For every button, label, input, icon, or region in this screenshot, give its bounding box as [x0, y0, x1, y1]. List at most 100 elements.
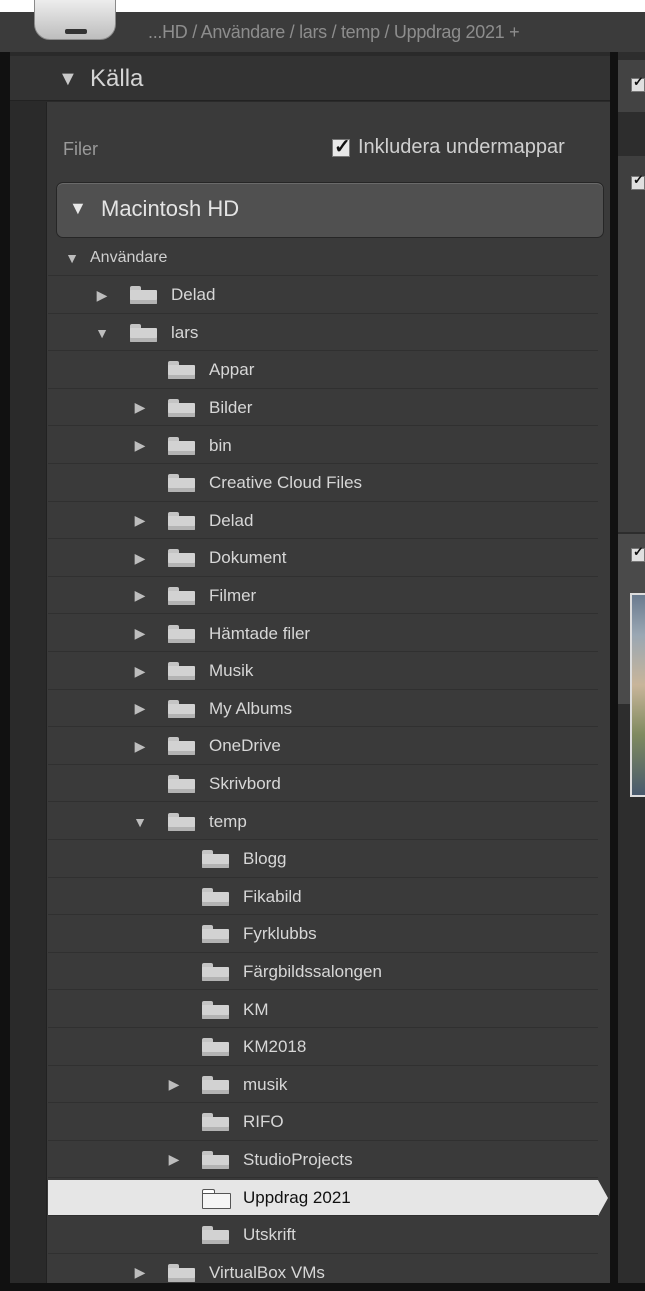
folder-label: Dokument [209, 548, 287, 568]
folder-icon [202, 887, 229, 906]
folder-row[interactable]: ▶ Dokument [48, 541, 598, 577]
folder-label: Fyrklubbs [243, 924, 317, 944]
folder-label: Blogg [243, 849, 287, 869]
include-subfolders-toggle[interactable]: ✓ Inkludera undermappar [332, 136, 565, 159]
folder-row[interactable]: Skrivbord [48, 766, 598, 803]
include-subfolders-label: Inkludera undermappar [358, 136, 565, 158]
folder-row[interactable]: ▶ My Albums [48, 691, 598, 728]
checkbox-icon[interactable]: ✓ [332, 136, 351, 158]
triangle-down-icon[interactable]: ▼ [94, 325, 110, 341]
triangle-right-icon[interactable]: ▶ [132, 700, 148, 717]
folder-icon [202, 1113, 229, 1132]
folder-icon [202, 1150, 229, 1169]
folder-icon [168, 1263, 195, 1282]
folder-row[interactable]: Fyrklubbs [48, 917, 598, 953]
folder-label: lars [171, 322, 199, 342]
folder-row[interactable]: ▶ Delad [48, 278, 598, 314]
files-label: Filer [63, 139, 98, 159]
triangle-right-icon[interactable]: ▶ [132, 437, 148, 454]
folder-label: KM [243, 999, 269, 1019]
folder-label: Hämtade filer [209, 623, 311, 643]
triangle-down-icon[interactable]: ▼ [69, 198, 87, 219]
triangle-right-icon[interactable]: ▶ [132, 1264, 148, 1281]
folder-row[interactable]: ▶ Bilder [48, 390, 598, 427]
checkbox-icon[interactable]: ✓ [631, 74, 645, 92]
folder-row[interactable]: Appar [48, 353, 598, 389]
folder-icon [168, 436, 195, 455]
triangle-right-icon[interactable]: ▶ [94, 287, 110, 304]
panel-title: Källa [90, 65, 144, 92]
folder-row[interactable]: RIFO [48, 1105, 598, 1141]
folder-row-selected[interactable]: Uppdrag 2021 [48, 1180, 598, 1216]
folder-label: Creative Cloud Files [209, 473, 363, 493]
triangle-right-icon[interactable]: ▶ [132, 625, 148, 642]
triangle-right-icon[interactable]: ▶ [132, 738, 148, 755]
folder-icon [168, 511, 195, 530]
folder-label: Utskrift [243, 1225, 296, 1245]
folder-label: RIFO [243, 1112, 284, 1132]
folder-label: Fikabild [243, 886, 302, 906]
triangle-down-icon[interactable]: ▼ [64, 250, 80, 266]
folder-row[interactable]: ▶ Filmer [48, 578, 598, 615]
triangle-right-icon[interactable]: ▶ [166, 1151, 182, 1168]
folder-row[interactable]: ▶ musik [48, 1067, 598, 1104]
folder-icon [202, 1188, 231, 1209]
folder-row[interactable]: ▼ Användare [48, 240, 598, 276]
folder-label: Musik [209, 661, 254, 681]
folder-row[interactable]: ▼ lars [48, 315, 598, 352]
volume-header[interactable]: ▼ Macintosh HD [56, 182, 604, 238]
folder-icon [168, 624, 195, 643]
folder-row[interactable]: ▶ Delad [48, 503, 598, 540]
triangle-right-icon[interactable]: ▶ [132, 663, 148, 680]
triangle-right-icon[interactable]: ▶ [166, 1076, 182, 1093]
checkbox-icon[interactable]: ✓ [631, 544, 645, 562]
breadcrumb[interactable]: ...HD / Användare / lars / temp / Uppdra… [148, 22, 520, 43]
folder-icon [168, 398, 195, 417]
folder-row[interactable]: Utskrift [48, 1218, 598, 1254]
triangle-down-icon[interactable]: ▼ [132, 814, 148, 830]
selection-arrow-icon [598, 1180, 608, 1216]
folder-row[interactable]: ▶ OneDrive [48, 729, 598, 765]
hard-drive-icon [34, 0, 116, 40]
photo-thumbnail[interactable] [630, 593, 645, 797]
folder-row[interactable]: Fikabild [48, 879, 598, 916]
collapse-triangle-icon[interactable]: ▼ [58, 68, 78, 91]
folder-row[interactable]: Creative Cloud Files [48, 466, 598, 502]
folder-row[interactable]: ▶ Musik [48, 654, 598, 690]
folder-row[interactable]: Blogg [48, 842, 598, 878]
folder-label: Skrivbord [209, 773, 281, 793]
right-panel-section: ✓ [618, 156, 645, 532]
folder-row[interactable]: Färgbildssalongen [48, 954, 598, 991]
folder-icon [130, 323, 157, 342]
folder-row[interactable]: KM [48, 992, 598, 1028]
folder-icon [202, 850, 229, 869]
folder-label: musik [243, 1074, 288, 1094]
folder-row[interactable]: ▶ bin [48, 428, 598, 464]
volume-name: Macintosh HD [101, 196, 240, 221]
folder-row[interactable]: ▼ temp [48, 804, 598, 840]
folder-icon [202, 1226, 229, 1245]
folder-icon [202, 1075, 229, 1094]
folder-icon [168, 662, 195, 681]
folder-icon [202, 962, 229, 981]
triangle-right-icon[interactable]: ▶ [132, 399, 148, 416]
source-panel-header[interactable]: ▼ Källa [10, 56, 610, 101]
folder-row[interactable]: ▶ StudioProjects [48, 1142, 598, 1179]
folder-icon [168, 812, 195, 831]
folder-label: Delad [209, 510, 254, 530]
checkbox-icon[interactable]: ✓ [631, 172, 645, 190]
right-panel-header: ✓ [618, 60, 645, 112]
folder-icon [168, 586, 195, 605]
folder-icon [202, 1000, 229, 1019]
folder-label: Uppdrag 2021 [243, 1187, 351, 1207]
folder-icon [202, 1038, 229, 1057]
triangle-right-icon[interactable]: ▶ [132, 587, 148, 604]
window-bottom-edge [0, 1283, 645, 1291]
top-bar: ...HD / Användare / lars / temp / Uppdra… [0, 0, 645, 52]
folder-label: Färgbildssalongen [243, 961, 382, 981]
triangle-right-icon[interactable]: ▶ [132, 512, 148, 529]
folder-label: temp [209, 811, 247, 831]
folder-row[interactable]: KM2018 [48, 1030, 598, 1066]
folder-row[interactable]: ▶ Hämtade filer [48, 616, 598, 652]
triangle-right-icon[interactable]: ▶ [132, 550, 148, 567]
